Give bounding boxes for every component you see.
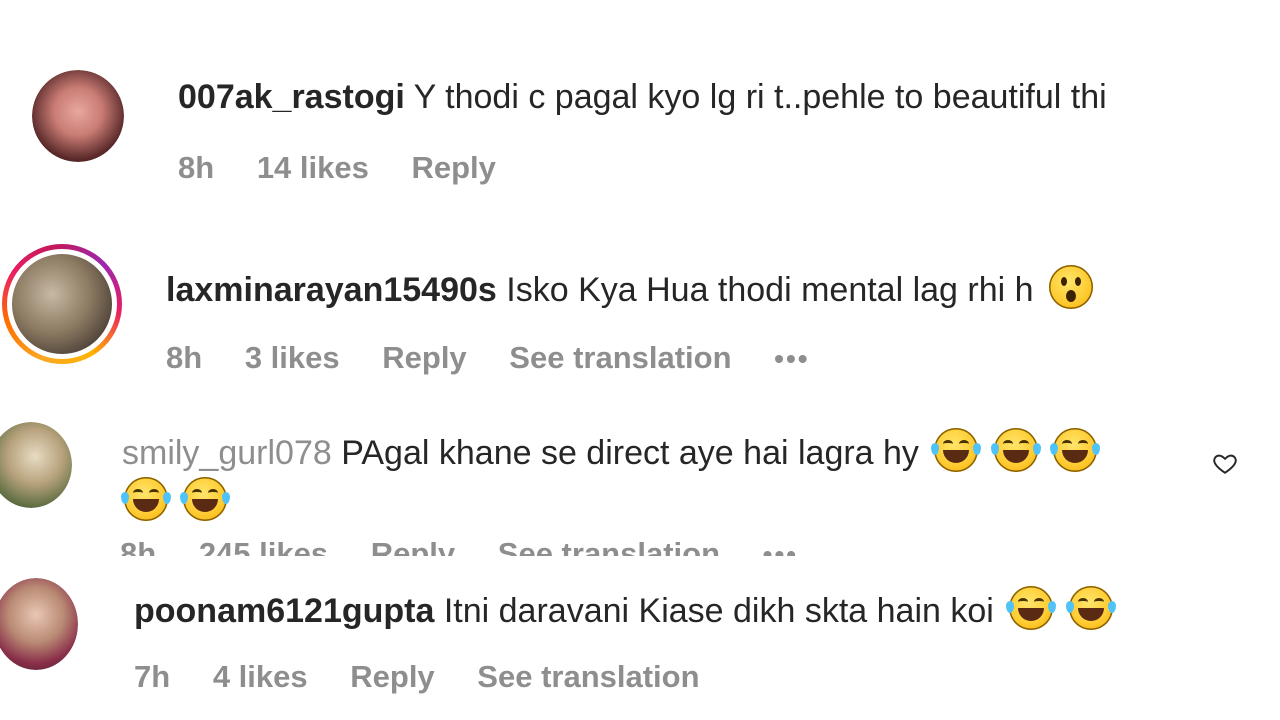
comment-likes[interactable]: 4 likes [213,659,308,694]
comment-likes[interactable]: 245 likes [199,536,328,556]
face-with-tears-of-joy-emoji [990,428,1041,472]
heart-outline-icon[interactable] [1212,450,1238,476]
comment-line: poonam6121gupta Itni daravani Kiase dikh… [134,586,1116,631]
avatar [12,254,112,354]
comment-username[interactable]: smily_gurl078 [122,434,332,472]
comment-text: Y thodi c pagal kyo lg ri t..pehle to be… [413,78,1107,116]
comment-time[interactable]: 8h [120,536,156,556]
avatar[interactable] [0,578,78,670]
comment-username[interactable]: laxminarayan15490s [166,271,497,309]
comment-time[interactable]: 8h [178,150,214,185]
comment-line: 007ak_rastogi Y thodi c pagal kyo lg ri … [178,77,1107,117]
comment-line: smily_gurl078 PAgal khane se direct aye … [122,428,1101,473]
comment-text: PAgal khane se direct aye hai lagra hy [341,434,919,472]
see-translation-link[interactable]: See translation [509,340,731,375]
avatar[interactable] [0,422,72,508]
face-with-tears-of-joy-emoji [1006,586,1057,630]
reply-button[interactable]: Reply [350,659,434,694]
avatar[interactable] [32,70,124,162]
comment-meta: 7h 4 likes Reply See translation [134,659,734,695]
face-with-tears-of-joy-emoji [180,477,231,521]
comment-line-continuation [121,477,231,522]
comment-meta-clipped: 8h 245 likes Reply See translation ••• [120,536,820,556]
comment-time[interactable]: 7h [134,659,170,694]
reply-button[interactable]: Reply [371,536,455,556]
comment-username[interactable]: 007ak_rastogi [178,78,405,116]
comment-line: laxminarayan15490s Isko Kya Hua thodi me… [166,265,1094,310]
comment-likes[interactable]: 14 likes [257,150,369,185]
reply-button[interactable]: Reply [382,340,466,375]
comment-meta: 8h 3 likes Reply See translation ••• [166,340,844,377]
avatar-story-ring[interactable] [2,244,122,364]
see-translation-link[interactable]: See translation [498,536,720,556]
face-with-tears-of-joy-emoji [1050,428,1101,472]
comment-text: Itni daravani Kiase dikh skta hain koi [443,592,994,630]
comment-meta: 8h 14 likes Reply [178,150,530,186]
face-with-tears-of-joy-emoji [121,477,171,521]
comment-likes[interactable]: 3 likes [245,340,340,375]
face-with-tears-of-joy-emoji [931,428,982,472]
comment-time[interactable]: 8h [166,340,202,375]
comment-username[interactable]: poonam6121gupta [134,592,434,630]
more-options-icon[interactable]: ••• [774,343,809,374]
face-with-tears-of-joy-emoji [1065,586,1116,630]
more-options-icon[interactable]: ••• [763,539,798,556]
see-translation-link[interactable]: See translation [477,659,699,694]
reply-button[interactable]: Reply [411,150,495,185]
astonished-face-emoji [1049,265,1094,309]
comment-text: Isko Kya Hua thodi mental lag rhi h [506,271,1034,309]
